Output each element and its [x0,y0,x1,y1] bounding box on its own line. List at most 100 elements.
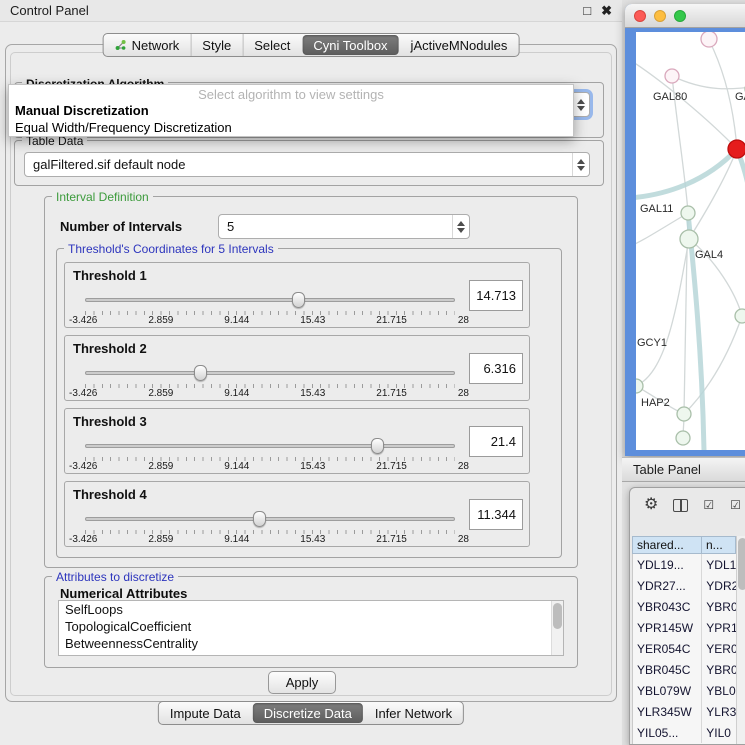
table-cell[interactable]: YDR27... [633,575,702,596]
table-cell[interactable]: YBL079W [633,680,702,701]
columns-icon[interactable] [673,499,688,512]
threshold-2-slider[interactable] [85,364,455,382]
table-cell[interactable]: YBR0 [702,659,736,680]
slider-track[interactable] [85,371,455,375]
zoom-traffic-light-icon[interactable] [674,10,686,22]
table-cell[interactable]: YBR0 [702,596,736,617]
slider-thumb[interactable] [292,292,305,308]
column-header-name[interactable]: n... [702,536,736,554]
table-cell[interactable]: YBR045C [633,659,702,680]
network-edge [636,60,737,149]
table-row[interactable]: YDL19...YDL1 [633,554,736,575]
table-row[interactable]: YBL079WYBL0 [633,680,736,701]
scrollbar-thumb[interactable] [738,538,745,590]
table-row[interactable]: YLR345WYLR3 [633,701,736,722]
combo-stepper-icon[interactable] [452,215,469,238]
checkbox-icon[interactable]: ☑ [730,499,742,511]
checkbox-icon[interactable]: ☑ [703,499,715,511]
slider-thumb[interactable] [194,365,207,381]
popup-placeholder: Select algorithm to view settings [9,85,573,102]
gear-icon[interactable]: ⚙ [644,497,658,513]
tab-network[interactable]: Network [104,34,191,56]
table-cell[interactable]: YLR3 [702,701,736,722]
network-node[interactable] [735,309,745,323]
numerical-attributes-list[interactable]: SelfLoops TopologicalCoefficient Between… [58,600,564,656]
network-node[interactable] [676,431,690,445]
slider-thumb[interactable] [371,438,384,454]
column-header-shared-name[interactable]: shared... [632,536,702,554]
threshold-3-value-field[interactable]: 21.4 [469,426,523,457]
table-row[interactable]: YBR043CYBR0 [633,596,736,617]
network-node[interactable] [677,407,691,421]
table-cell[interactable]: YIL0 [702,722,736,743]
scrollbar-thumb[interactable] [553,603,562,629]
node-label: GAL80 [653,91,687,103]
table-row[interactable]: YPR145WYPR1 [633,617,736,638]
tab-infer-network[interactable]: Infer Network [364,702,463,724]
tab-jactivemnodules[interactable]: jActiveMNodules [400,34,519,56]
threshold-4-value-field[interactable]: 11.344 [469,499,523,530]
slider-track[interactable] [85,517,455,521]
scale-label: 15.43 [300,388,325,399]
minimize-traffic-light-icon[interactable] [654,10,666,22]
scale-label: 9.144 [224,461,249,472]
combo-stepper-icon[interactable] [572,93,589,116]
tab-select[interactable]: Select [242,34,301,56]
interval-definition-group-title: Interval Definition [52,190,153,204]
table-row[interactable]: YDR27...YDR2 [633,575,736,596]
table-cell[interactable]: YDL1 [702,554,736,575]
table-scrollbar[interactable] [736,536,745,744]
table-cell[interactable]: YER054C [633,638,702,659]
threshold-3-label: Threshold 3 [73,414,147,429]
table-row[interactable]: YIL05...YIL0 [633,722,736,743]
table-row[interactable]: YER054CYER0 [633,638,736,659]
threshold-1-value-field[interactable]: 14.713 [469,280,523,311]
popup-option-manual-discretization[interactable]: Manual Discretization [9,102,573,119]
network-node[interactable] [701,32,717,47]
tab-label: Discretize Data [264,706,352,721]
scale-label: 2.859 [148,388,173,399]
tab-cyni-toolbox[interactable]: Cyni Toolbox [302,35,398,55]
threshold-2-value-field[interactable]: 6.316 [469,353,523,384]
popup-option-equal-width-frequency[interactable]: Equal Width/Frequency Discretization [9,119,573,136]
threshold-4-slider[interactable] [85,510,455,528]
threshold-1-slider[interactable] [85,291,455,309]
table-cell[interactable]: YIL05... [633,722,702,743]
table-cell[interactable]: YDL19... [633,554,702,575]
threshold-3-slider[interactable] [85,437,455,455]
close-icon[interactable]: ✖ [601,4,612,17]
table-cell[interactable]: YPR1 [702,617,736,638]
table-data-combobox[interactable]: galFiltered.sif default node [24,152,590,177]
tab-discretize-data[interactable]: Discretize Data [253,703,363,723]
slider-track[interactable] [85,298,455,302]
network-canvas[interactable]: GAL80 GA GAL11 GAL4 GCY1 HAP2 [636,32,745,450]
table-panel-header-bar: Table Panel [622,457,745,482]
table-cell[interactable]: YER0 [702,638,736,659]
close-traffic-light-icon[interactable] [634,10,646,22]
slider-scale: -3.426 2.859 9.144 15.43 21.715 28 [69,388,469,399]
table-cell[interactable]: YLR345W [633,701,702,722]
list-item[interactable]: BetweennessCentrality [59,635,563,652]
table-cell[interactable]: YDR2 [702,575,736,596]
network-node[interactable] [665,69,679,83]
network-node[interactable] [681,206,695,220]
list-scrollbar[interactable] [551,601,563,655]
table-panel-toolbar: ⚙ ☑ ☑ [630,488,745,522]
apply-button[interactable]: Apply [268,671,336,694]
combo-stepper-icon[interactable] [572,153,589,176]
tab-impute-data[interactable]: Impute Data [159,702,252,724]
slider-thumb[interactable] [253,511,266,527]
list-item[interactable]: TopologicalCoefficient [59,618,563,635]
table-cell[interactable]: YPR145W [633,617,702,638]
network-node-selected[interactable] [728,140,745,158]
network-node[interactable] [636,379,643,393]
number-of-intervals-combobox[interactable]: 5 [218,214,470,239]
table-cell[interactable]: YBR043C [633,596,702,617]
tab-style[interactable]: Style [190,34,242,56]
network-node[interactable] [680,230,698,248]
table-cell[interactable]: YBL0 [702,680,736,701]
list-item[interactable]: SelfLoops [59,601,563,618]
float-window-icon[interactable]: □ [583,4,591,17]
slider-track[interactable] [85,444,455,448]
table-row[interactable]: YBR045CYBR0 [633,659,736,680]
